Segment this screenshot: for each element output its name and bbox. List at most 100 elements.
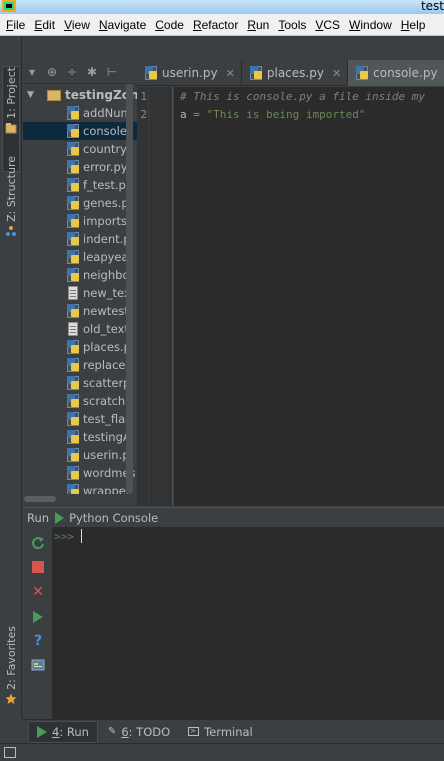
console-prompt: >>> [54, 530, 74, 543]
project-tree: ▼ testingZone addNum console. country_erro… [23, 84, 137, 494]
rerun-button[interactable] [30, 535, 46, 551]
tree-file-item[interactable]: imports. [23, 212, 137, 230]
editor-tab[interactable]: console.py✕ [348, 60, 444, 86]
help-icon: ? [33, 633, 43, 649]
tree-file-item[interactable]: wordmes [23, 464, 137, 482]
tree-file-item[interactable]: neighbo [23, 266, 137, 284]
close-tab-icon[interactable]: ✕ [332, 67, 341, 80]
tree-file-label: f_test.p [83, 178, 126, 192]
tree-file-item[interactable]: error.py [23, 158, 137, 176]
code-comment-line: # This is console.py a file inside my [180, 90, 426, 103]
tree-file-item[interactable]: test_flas [23, 410, 137, 428]
indent-guide [148, 87, 149, 506]
code-editor[interactable]: # This is console.py a file inside my a … [174, 87, 444, 506]
bottom-tool-tabs: 4: Run ✎ 6: TODO > Terminal [22, 719, 444, 743]
bottom-tab-terminal[interactable]: > Terminal [180, 721, 261, 743]
dropdown-arrow-icon[interactable]: ▾ [25, 65, 39, 79]
tree-file-item[interactable]: new_tex [23, 284, 137, 302]
editor-tab-bar: userin.py ✕ places.py ✕ console.py✕ [137, 60, 444, 86]
close-icon: ✕ [32, 584, 44, 600]
menu-edit[interactable]: Edit [30, 18, 59, 32]
bottom-tab-todo[interactable]: ✎ 6: TODO [100, 721, 178, 743]
execute-button[interactable] [30, 609, 46, 625]
scroll-from-source-icon[interactable]: ⊕ [45, 65, 59, 79]
tree-horizontal-scrollbar[interactable] [24, 496, 56, 502]
tree-file-item[interactable]: country_ [23, 140, 137, 158]
menu-label: ools [284, 17, 307, 32]
bottom-tab-label: : Run [59, 724, 89, 739]
stop-button[interactable] [30, 559, 46, 575]
tab-structure[interactable]: Z: Structure [2, 156, 20, 272]
variables-button[interactable] [30, 657, 46, 673]
menu-file[interactable]: File [2, 18, 29, 32]
menu-label: un [255, 17, 270, 32]
tree-file-item[interactable]: newtest [23, 302, 137, 320]
tree-file-item[interactable]: userin.p [23, 446, 137, 464]
tree-file-item[interactable]: scatterp [23, 374, 137, 392]
menu-navigate[interactable]: Navigate [95, 18, 150, 32]
text-file-icon [67, 286, 79, 300]
run-panel-header: Run Python Console [23, 507, 444, 527]
menu-refactor[interactable]: Refactor [189, 18, 242, 32]
tree-file-item[interactable]: old_text [23, 320, 137, 338]
menu-window[interactable]: Window [345, 18, 396, 32]
tree-file-label: replace. [83, 358, 130, 372]
menu-label: dit [42, 17, 56, 32]
editor-tab[interactable]: places.py ✕ [242, 60, 349, 86]
editor-tab[interactable]: userin.py ✕ [137, 60, 242, 86]
tree-file-item[interactable]: indent.p [23, 230, 137, 248]
python-file-icon [67, 304, 79, 318]
code-assignment-line: a = "This is being imported" [180, 108, 365, 121]
menu-bar: File Edit View Navigate Code Refactor Run Tools… [0, 14, 444, 36]
tab-favorites[interactable]: 2: Favorites [2, 626, 20, 712]
tree-file-item[interactable]: addNum [23, 104, 137, 122]
tree-file-item[interactable]: places.p [23, 338, 137, 356]
expand-arrow-icon[interactable]: ▼ [27, 90, 37, 100]
tree-file-label: indent.p [83, 232, 131, 246]
tree-file-item[interactable]: wrapper [23, 482, 137, 494]
stop-icon [32, 561, 44, 573]
tree-file-item[interactable]: testingA [23, 428, 137, 446]
menu-label: CS [323, 17, 341, 32]
python-file-icon [249, 66, 262, 80]
variables-icon [31, 659, 45, 671]
tab-project-label: 1: Project [4, 67, 18, 119]
python-console[interactable]: >>> [52, 527, 444, 719]
tree-file-label: userin.p [83, 448, 130, 462]
bottom-tab-label: : TODO [128, 724, 171, 739]
code-identifier: a [180, 108, 187, 121]
python-file-icon [67, 340, 79, 354]
menu-help[interactable]: Help [397, 18, 430, 32]
help-button[interactable]: ? [30, 633, 46, 649]
bottom-tab-run[interactable]: 4: Run [28, 720, 98, 743]
line-number: 1 [140, 90, 147, 103]
menu-mnemonic: R [247, 17, 256, 32]
project-root[interactable]: ▼ testingZone [23, 86, 137, 104]
collapse-all-icon[interactable]: ÷ [65, 65, 79, 79]
tree-file-item[interactable]: leapyear [23, 248, 137, 266]
toggle-tool-windows-icon[interactable] [4, 747, 16, 758]
gear-icon[interactable]: ✱ [85, 65, 99, 79]
tree-file-item[interactable]: console. [23, 122, 137, 140]
tree-file-item[interactable]: scratchp [23, 392, 137, 410]
title-bar: test [0, 0, 444, 14]
hide-panel-icon[interactable]: ⊢ [105, 65, 119, 79]
menu-tools[interactable]: Tools [274, 18, 310, 32]
menu-view[interactable]: View [60, 18, 94, 32]
run-config-name[interactable]: Python Console [69, 511, 158, 525]
tree-file-item[interactable]: replace. [23, 356, 137, 374]
close-button[interactable]: ✕ [30, 584, 46, 600]
tree-file-item[interactable]: genes.p [23, 194, 137, 212]
tree-file-label: test_flas [83, 412, 132, 426]
menu-code[interactable]: Code [151, 18, 188, 32]
menu-label: elp [409, 17, 426, 32]
tree-scrollbar[interactable] [126, 84, 133, 494]
tree-file-item[interactable]: f_test.p [23, 176, 137, 194]
menu-vcs[interactable]: VCS [311, 18, 344, 32]
menu-run[interactable]: Run [243, 18, 273, 32]
menu-label: iew [71, 17, 90, 32]
structure-icon [6, 225, 16, 236]
play-icon [37, 725, 47, 738]
close-tab-icon[interactable]: ✕ [226, 67, 235, 80]
tab-structure-label: Z: Structure [4, 156, 18, 222]
